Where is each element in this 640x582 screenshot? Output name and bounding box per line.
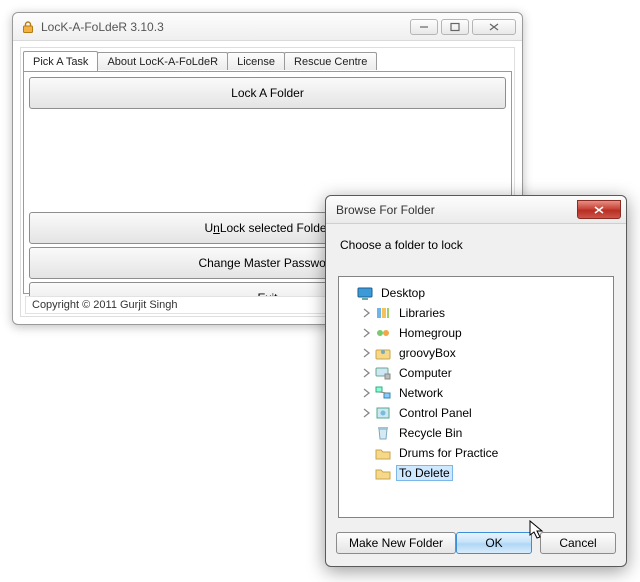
tree-label: Desktop bbox=[378, 285, 428, 301]
tree-node-drums[interactable]: Drums for Practice bbox=[361, 443, 609, 463]
unlock-prefix: U bbox=[204, 221, 213, 235]
tree-node-to-delete[interactable]: To Delete bbox=[361, 463, 609, 483]
ok-button[interactable]: OK bbox=[456, 532, 532, 554]
homegroup-icon bbox=[375, 325, 391, 341]
lock-a-folder-button[interactable]: Lock A Folder bbox=[29, 77, 506, 109]
tab-rescue[interactable]: Rescue Centre bbox=[284, 52, 377, 70]
minimize-button[interactable] bbox=[410, 19, 438, 35]
tree-label: Control Panel bbox=[396, 405, 475, 421]
close-button[interactable] bbox=[472, 19, 516, 35]
dialog-prompt: Choose a folder to lock bbox=[326, 224, 626, 260]
desktop-icon bbox=[357, 285, 373, 301]
lock-icon bbox=[21, 20, 35, 34]
dialog-button-row: Make New Folder OK Cancel bbox=[336, 530, 616, 556]
tab-strip: Pick A Task About LocK-A-FoLdeR License … bbox=[21, 48, 514, 70]
app-title: LocK-A-FoLdeR 3.10.3 bbox=[41, 20, 410, 34]
tree-label: groovyBox bbox=[396, 345, 459, 361]
folder-tree[interactable]: Desktop Libraries bbox=[338, 276, 614, 518]
tab-about[interactable]: About LocK-A-FoLdeR bbox=[97, 52, 228, 70]
tab-pick-a-task[interactable]: Pick A Task bbox=[23, 51, 98, 71]
unlock-mnemonic: n bbox=[213, 221, 220, 235]
tree-node-computer[interactable]: Computer bbox=[361, 363, 609, 383]
spacer-icon bbox=[361, 427, 373, 439]
tree-node-user[interactable]: groovyBox bbox=[361, 343, 609, 363]
tree-label: Libraries bbox=[396, 305, 448, 321]
browse-for-folder-dialog: Browse For Folder Choose a folder to loc… bbox=[325, 195, 627, 567]
control-panel-icon bbox=[375, 405, 391, 421]
tree-node-control-panel[interactable]: Control Panel bbox=[361, 403, 609, 423]
tree-label: Homegroup bbox=[396, 325, 465, 341]
recycle-bin-icon bbox=[375, 425, 391, 441]
chevron-right-icon[interactable] bbox=[361, 347, 373, 359]
tree-label: Network bbox=[396, 385, 446, 401]
libraries-icon bbox=[375, 305, 391, 321]
spacer-icon bbox=[361, 467, 373, 479]
folder-icon bbox=[375, 465, 391, 481]
tree-node-recycle-bin[interactable]: Recycle Bin bbox=[361, 423, 609, 443]
dialog-close-button[interactable] bbox=[577, 200, 621, 219]
spacer-icon bbox=[361, 447, 373, 459]
tree-label: Drums for Practice bbox=[396, 445, 501, 461]
tree-node-homegroup[interactable]: Homegroup bbox=[361, 323, 609, 343]
tab-license[interactable]: License bbox=[227, 52, 285, 70]
window-controls bbox=[410, 19, 516, 35]
spacer-icon bbox=[343, 287, 355, 299]
dialog-title: Browse For Folder bbox=[336, 203, 577, 217]
tree-node-desktop[interactable]: Desktop bbox=[343, 283, 609, 303]
titlebar: LocK-A-FoLdeR 3.10.3 bbox=[13, 13, 522, 41]
network-icon bbox=[375, 385, 391, 401]
maximize-button[interactable] bbox=[441, 19, 469, 35]
chevron-right-icon[interactable] bbox=[361, 327, 373, 339]
user-folder-icon bbox=[375, 345, 391, 361]
chevron-right-icon[interactable] bbox=[361, 367, 373, 379]
computer-icon bbox=[375, 365, 391, 381]
unlock-suffix: Lock selected Folder bbox=[220, 221, 331, 235]
cancel-button[interactable]: Cancel bbox=[540, 532, 616, 554]
tree-node-network[interactable]: Network bbox=[361, 383, 609, 403]
make-new-folder-button[interactable]: Make New Folder bbox=[336, 532, 456, 554]
tree-label: To Delete bbox=[396, 465, 453, 481]
folder-icon bbox=[375, 445, 391, 461]
chevron-right-icon[interactable] bbox=[361, 407, 373, 419]
chevron-right-icon[interactable] bbox=[361, 387, 373, 399]
dialog-titlebar: Browse For Folder bbox=[326, 196, 626, 224]
chevron-right-icon[interactable] bbox=[361, 307, 373, 319]
tree-label: Computer bbox=[396, 365, 455, 381]
tree-node-libraries[interactable]: Libraries bbox=[361, 303, 609, 323]
tree-label: Recycle Bin bbox=[396, 425, 465, 441]
